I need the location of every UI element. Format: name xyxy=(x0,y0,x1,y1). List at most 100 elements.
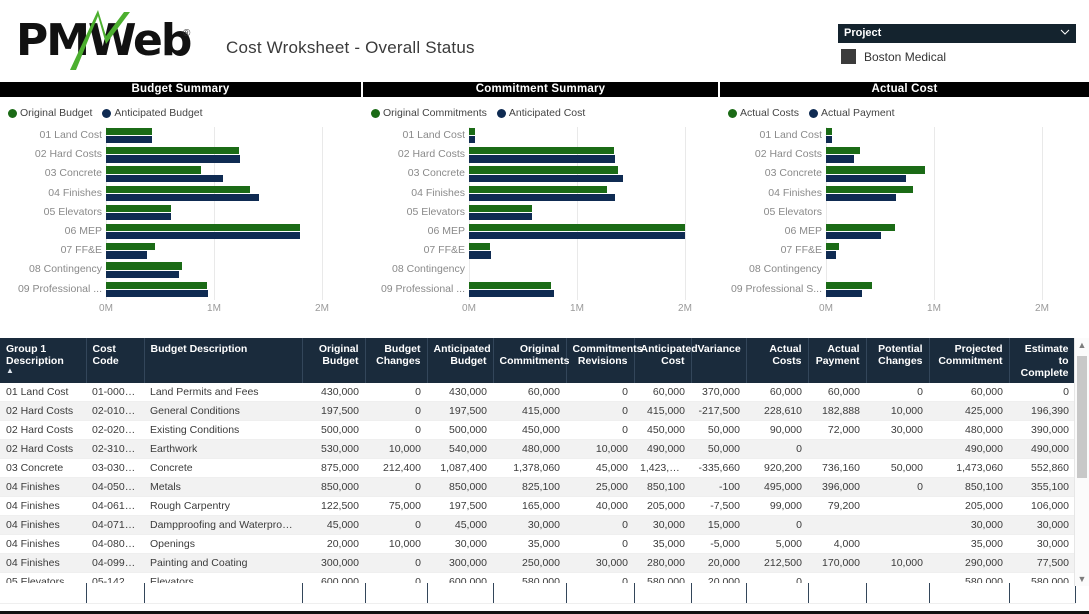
table-row[interactable]: 03 Concrete03-030000Concrete875,000212,4… xyxy=(0,459,1075,478)
chart-bar[interactable] xyxy=(469,155,615,162)
chart-bar[interactable] xyxy=(826,282,872,289)
chart-category-row[interactable]: 04 Finishes xyxy=(0,185,361,204)
chart-bar[interactable] xyxy=(469,128,475,135)
scrollbar-thumb[interactable] xyxy=(1077,356,1087,478)
chart-category-row[interactable]: 01 Land Cost xyxy=(720,127,1089,146)
table-header-cell[interactable]: Anticipated Budget xyxy=(427,338,493,383)
chart-bar[interactable] xyxy=(469,166,618,173)
chart-bar[interactable] xyxy=(826,224,895,231)
chart-bar[interactable] xyxy=(826,166,925,173)
chart-category-row[interactable]: 05 Elevators xyxy=(363,204,718,223)
table-row[interactable]: 04 Finishes04-061000Rough Carpentry122,5… xyxy=(0,497,1075,516)
chart-category-row[interactable]: 04 Finishes xyxy=(720,185,1089,204)
table-header-cell[interactable]: Commitments Revisions xyxy=(566,338,634,383)
chart-category-row[interactable]: 02 Hard Costs xyxy=(720,146,1089,165)
chart-bar[interactable] xyxy=(469,175,623,182)
chart-bar[interactable] xyxy=(106,205,171,212)
table-header-cell[interactable]: Cost Code xyxy=(86,338,144,383)
legend-item[interactable]: Original Budget xyxy=(8,107,92,119)
table-header-cell[interactable]: Group 1 Description▲ xyxy=(0,338,86,383)
chart-bar[interactable] xyxy=(106,136,152,143)
table-row[interactable]: 04 Finishes04-099000Painting and Coating… xyxy=(0,554,1075,573)
chart-bar[interactable] xyxy=(106,147,239,154)
table-header-cell[interactable]: Estimate to Complete xyxy=(1009,338,1075,383)
chart-bar[interactable] xyxy=(106,232,300,239)
table-header-cell[interactable]: Variance xyxy=(691,338,746,383)
scroll-up-icon[interactable]: ▲ xyxy=(1075,338,1089,352)
chart-bar[interactable] xyxy=(106,213,171,220)
chart-bar[interactable] xyxy=(469,194,615,201)
chart-category-row[interactable]: 01 Land Cost xyxy=(363,127,718,146)
table-header-row[interactable]: Group 1 Description▲Cost CodeBudget Desc… xyxy=(0,338,1075,383)
table-row[interactable]: 05 Elevators05-142000Elevators600,000060… xyxy=(0,573,1075,584)
table-header-cell[interactable]: Budget Description xyxy=(144,338,302,383)
chart-bar[interactable] xyxy=(106,262,182,269)
chart-category-row[interactable]: 06 MEP xyxy=(720,223,1089,242)
legend-item[interactable]: Actual Costs xyxy=(728,107,799,119)
chart-bar[interactable] xyxy=(826,186,913,193)
chart-bar[interactable] xyxy=(106,155,240,162)
table-row[interactable]: 02 Hard Costs02-020000Existing Condition… xyxy=(0,421,1075,440)
table-header-cell[interactable]: Anticipated Cost xyxy=(634,338,691,383)
chart-bar[interactable] xyxy=(106,194,259,201)
chart-category-row[interactable]: 07 FF&E xyxy=(363,242,718,261)
chart-category-row[interactable]: 03 Concrete xyxy=(720,165,1089,184)
chart-bar[interactable] xyxy=(826,243,839,250)
chart-bar[interactable] xyxy=(469,282,551,289)
chart-category-row[interactable]: 03 Concrete xyxy=(0,165,361,184)
chart-bar[interactable] xyxy=(469,224,685,231)
legend-item[interactable]: Original Commitments xyxy=(371,107,487,119)
chart-category-row[interactable]: 09 Professional ... xyxy=(363,281,718,300)
chart-plot-area[interactable]: 01 Land Cost02 Hard Costs03 Concrete04 F… xyxy=(0,127,361,319)
chart-bar[interactable] xyxy=(106,282,207,289)
sort-ascending-icon[interactable]: ▲ xyxy=(6,367,80,374)
scroll-down-icon[interactable]: ▼ xyxy=(1075,572,1089,586)
project-slicer-header[interactable]: Project xyxy=(838,24,1076,43)
chart-category-row[interactable]: 06 MEP xyxy=(363,223,718,242)
chart-bar[interactable] xyxy=(826,175,906,182)
chart-category-row[interactable]: 05 Elevators xyxy=(720,204,1089,223)
chart-category-row[interactable]: 03 Concrete xyxy=(363,165,718,184)
legend-item[interactable]: Anticipated Budget xyxy=(102,107,202,119)
chart-category-row[interactable]: 07 FF&E xyxy=(720,242,1089,261)
chart-bar[interactable] xyxy=(469,136,475,143)
legend-item[interactable]: Anticipated Cost xyxy=(497,107,585,119)
chart-category-row[interactable]: 02 Hard Costs xyxy=(363,146,718,165)
chart-plot-area[interactable]: 01 Land Cost02 Hard Costs03 Concrete04 F… xyxy=(363,127,718,319)
chart-bar[interactable] xyxy=(826,232,881,239)
chart-bar[interactable] xyxy=(469,251,491,258)
chart-category-row[interactable]: 04 Finishes xyxy=(363,185,718,204)
chart-bar[interactable] xyxy=(469,205,532,212)
chart-bar[interactable] xyxy=(106,243,155,250)
chart-category-row[interactable]: 01 Land Cost xyxy=(0,127,361,146)
table-row[interactable]: 04 Finishes04-071000Dampproofing and Wat… xyxy=(0,516,1075,535)
chart-plot-area[interactable]: 01 Land Cost02 Hard Costs03 Concrete04 F… xyxy=(720,127,1089,319)
table-row[interactable]: 04 Finishes04-050000Metals850,0000850,00… xyxy=(0,478,1075,497)
table-header-cell[interactable]: Actual Costs xyxy=(746,338,808,383)
chart-bar[interactable] xyxy=(469,147,614,154)
chart-bar[interactable] xyxy=(469,243,490,250)
table-row[interactable]: 02 Hard Costs02-310000Earthwork530,00010… xyxy=(0,440,1075,459)
project-slicer[interactable]: Project Boston Medical xyxy=(838,24,1076,64)
chart-category-row[interactable]: 05 Elevators xyxy=(0,204,361,223)
chart-bar[interactable] xyxy=(469,232,685,239)
chart-category-row[interactable]: 09 Professional S... xyxy=(720,281,1089,300)
chart-bar[interactable] xyxy=(826,128,832,135)
checkbox-icon[interactable] xyxy=(841,49,856,64)
chart-bar[interactable] xyxy=(469,290,554,297)
chart-bar[interactable] xyxy=(106,271,179,278)
chart-bar[interactable] xyxy=(826,290,862,297)
table-header-cell[interactable]: Budget Changes xyxy=(365,338,427,383)
table-header-cell[interactable]: Original Commitments xyxy=(493,338,566,383)
table-row[interactable]: 02 Hard Costs02-010002General Conditions… xyxy=(0,402,1075,421)
chart-category-row[interactable]: 06 MEP xyxy=(0,223,361,242)
project-slicer-item-boston-medical[interactable]: Boston Medical xyxy=(838,49,1076,64)
chart-bar[interactable] xyxy=(826,251,836,258)
chart-bar[interactable] xyxy=(106,186,250,193)
chart-bar[interactable] xyxy=(106,175,223,182)
table-header-cell[interactable]: Potential Changes xyxy=(866,338,929,383)
table-body[interactable]: 01 Land Cost01-000002Land Permits and Fe… xyxy=(0,383,1075,583)
chevron-down-icon[interactable] xyxy=(1060,27,1070,37)
chart-bar[interactable] xyxy=(106,128,152,135)
table-vertical-scrollbar[interactable]: ▲ ▼ xyxy=(1074,338,1089,586)
